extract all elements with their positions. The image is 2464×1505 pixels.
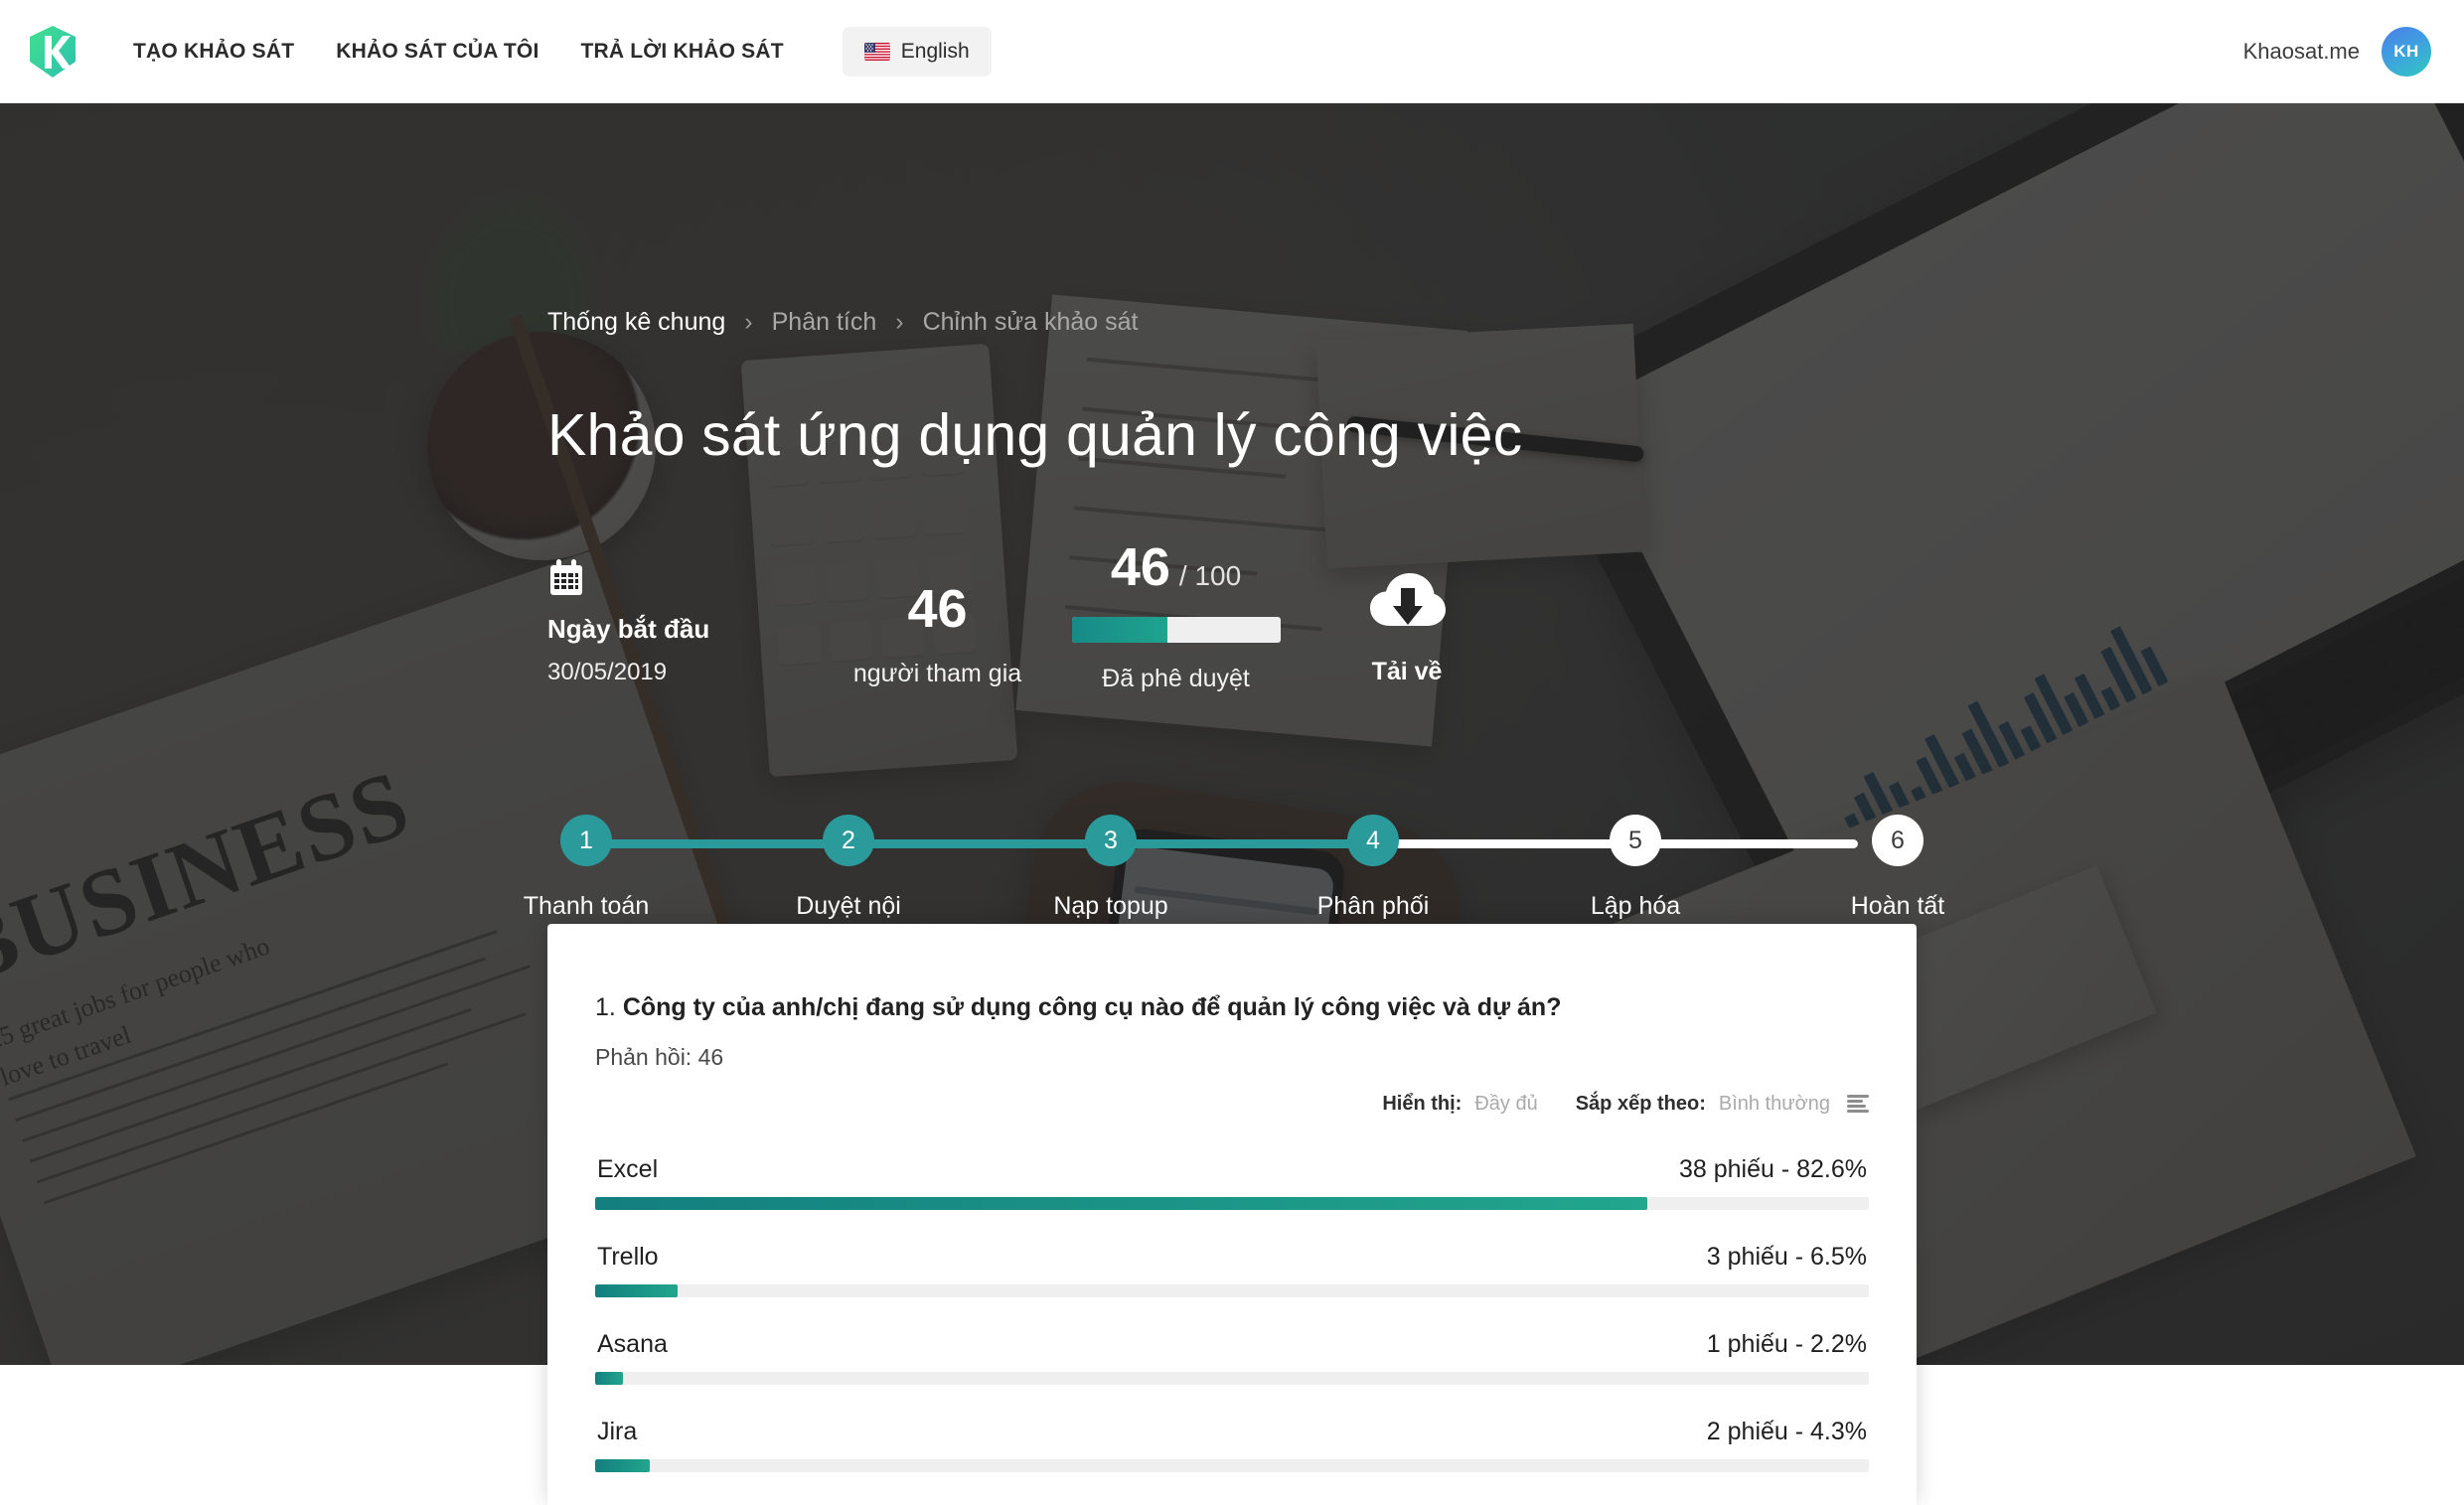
answer-stat: 1 phiếu - 2.2%	[1706, 1329, 1867, 1358]
answer-label: Excel	[597, 1154, 659, 1183]
download-label: Tải về	[1371, 658, 1443, 685]
stat-start-date: Ngày bắt đầu 30/05/2019	[547, 540, 821, 686]
question-number: 1.	[595, 993, 616, 1021]
breadcrumb-separator-icon: ›	[895, 308, 904, 336]
breadcrumb-item-chinh-sua-khao-sat[interactable]: Chỉnh sửa khảo sát	[923, 308, 1139, 337]
answer-stat: 38 phiếu - 82.6%	[1678, 1154, 1867, 1183]
question-result-card: 1. Công ty của anh/chị đang sử dụng công…	[547, 924, 1917, 1505]
answer-item: Asana 1 phiếu - 2.2%	[595, 1330, 1869, 1385]
question-text: Công ty của anh/chị đang sử dụng công cụ…	[622, 993, 1562, 1021]
answer-item: Jira 2 phiếu - 4.3%	[595, 1418, 1869, 1472]
question-response-count: Phản hồi: 46	[595, 1043, 724, 1070]
nav-tra-loi-khao-sat[interactable]: TRẢ LỜI KHẢO SÁT	[559, 40, 804, 64]
sort-filter-value[interactable]: Bình thường	[1719, 1093, 1830, 1116]
answer-row: Asana 1 phiếu - 2.2%	[595, 1330, 1869, 1372]
answer-stat: 3 phiếu - 6.5%	[1706, 1242, 1867, 1271]
answer-bar-fill	[595, 1458, 651, 1472]
answer-bar-fill	[595, 1371, 624, 1385]
nav-khao-sat-cua-toi[interactable]: KHẢO SÁT CỦA TÔI	[315, 40, 559, 64]
answer-label: Trello	[597, 1242, 659, 1271]
answer-bar-fill	[595, 1283, 679, 1297]
stepper-track-completed	[586, 839, 1379, 848]
stat-participants: 46 người tham gia	[821, 540, 1054, 688]
language-label: English	[900, 39, 970, 63]
approved-progress-fill	[1071, 617, 1168, 643]
step-3-dot[interactable]: 3	[1085, 815, 1137, 866]
stat-approved-denominator: / 100	[1178, 560, 1242, 591]
app-header: TẠO KHẢO SÁT KHẢO SÁT CỦA TÔI TRẢ LỜI KH…	[0, 0, 2464, 103]
answer-row: Jira 2 phiếu - 4.3%	[595, 1418, 1869, 1459]
logo[interactable]	[0, 0, 104, 103]
step-4-dot[interactable]: 4	[1347, 815, 1399, 866]
page-title: Khảo sát ứng dụng quản lý công việc	[547, 402, 1523, 468]
breadcrumb: Thống kê chung › Phân tích › Chỉnh sửa k…	[547, 308, 1138, 337]
stat-approved-number: 46	[1110, 537, 1170, 597]
answer-item: Trello 3 phiếu - 6.5%	[595, 1243, 1869, 1297]
breadcrumb-item-thong-ke-chung[interactable]: Thống kê chung	[547, 308, 725, 337]
primary-nav: TẠO KHẢO SÁT KHẢO SÁT CỦA TÔI TRẢ LỜI KH…	[112, 40, 805, 64]
answer-bar-track	[595, 1283, 1869, 1297]
answer-row: Excel 38 phiếu - 82.6%	[595, 1155, 1869, 1197]
step-1-dot[interactable]: 1	[560, 815, 612, 866]
step-1-label: Thanh toán	[523, 892, 650, 920]
download-button[interactable]: Tải về	[1298, 570, 1516, 686]
step-2-dot[interactable]: 2	[823, 815, 874, 866]
answer-row: Trello 3 phiếu - 6.5%	[595, 1243, 1869, 1284]
cloud-download-icon	[1370, 573, 1446, 626]
answer-results-list: Excel 38 phiếu - 82.6% Trello 3 phiếu - 6.5…	[595, 1155, 1869, 1472]
question-controls: Hiển thị: Đầy đủ Sắp xếp theo: Bình thườ…	[595, 1093, 1869, 1116]
stat-participants-number: 46	[907, 579, 968, 639]
us-flag-icon	[863, 42, 890, 61]
breadcrumb-separator-icon: ›	[744, 308, 753, 336]
stat-download: Tải về	[1298, 540, 1516, 686]
answer-bar-track	[595, 1458, 1869, 1472]
calendar-icon	[550, 559, 582, 595]
stat-approved: 46 / 100 Đã phê duyệt	[1054, 540, 1298, 693]
stat-start-date-label: Ngày bắt đầu	[547, 614, 710, 644]
answer-bar-fill	[595, 1196, 1647, 1210]
nav-tao-khao-sat[interactable]: TẠO KHẢO SÁT	[112, 40, 315, 64]
stat-approved-caption: Đã phê duyệt	[1102, 665, 1250, 692]
avatar[interactable]: KH	[2382, 26, 2431, 76]
stat-participants-caption: người tham gia	[852, 660, 1022, 687]
answer-stat: 2 phiếu - 4.3%	[1706, 1417, 1867, 1445]
account-name[interactable]: Khaosat.me	[2243, 39, 2360, 65]
breadcrumb-item-phan-tich[interactable]: Phân tích	[772, 308, 877, 337]
answer-bar-track	[595, 1371, 1869, 1385]
answer-bar-track	[595, 1196, 1869, 1210]
answer-item: Excel 38 phiếu - 82.6%	[595, 1155, 1869, 1210]
step-6-dot[interactable]: 6	[1872, 815, 1924, 866]
khaosat-k-logo-icon	[29, 25, 76, 77]
stat-approved-number-row: 46 / 100	[1054, 540, 1298, 594]
sort-filter-label: Sắp xếp theo:	[1575, 1092, 1706, 1115]
stat-start-date-value: 30/05/2019	[547, 659, 668, 686]
hero-stats: Ngày bắt đầu 30/05/2019 46 người tham gi…	[547, 540, 1516, 693]
display-filter-label: Hiển thị:	[1382, 1092, 1463, 1115]
question-title: 1. Công ty của anh/chị đang sử dụng công…	[595, 991, 1869, 1024]
approved-progress-bar	[1071, 617, 1281, 643]
step-6[interactable]: 6 Hoàn tất	[1828, 799, 1967, 924]
answer-label: Jira	[597, 1417, 638, 1445]
step-6-label: Hoàn tất	[1850, 892, 1945, 920]
answer-label: Asana	[597, 1329, 668, 1358]
step-1[interactable]: 1 Thanh toán	[517, 799, 656, 924]
step-5-dot[interactable]: 5	[1610, 815, 1661, 866]
language-switcher-button[interactable]: English	[842, 26, 992, 76]
header-account-area: Khaosat.me KH	[2243, 26, 2464, 76]
sort-lines-icon[interactable]	[1847, 1094, 1869, 1114]
display-filter-value[interactable]: Đầy đủ	[1474, 1093, 1537, 1116]
